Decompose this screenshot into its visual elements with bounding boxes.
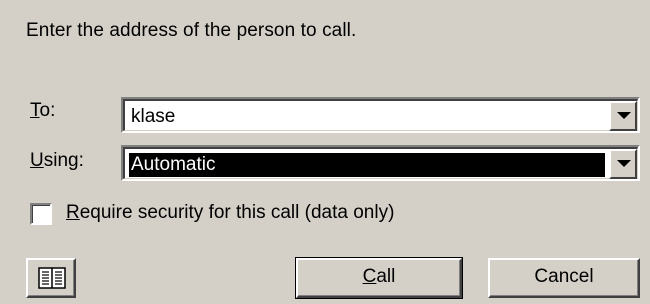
chevron-down-icon <box>617 160 631 167</box>
using-dropdown-button[interactable] <box>609 149 637 179</box>
to-label: To: <box>30 100 55 122</box>
using-label: Using: <box>30 150 84 172</box>
using-label-mnemonic: U <box>30 150 44 171</box>
using-field-frame: Automatic <box>123 147 638 179</box>
instruction-text: Enter the address of the person to call. <box>26 20 357 41</box>
using-label-rest: sing: <box>43 150 84 171</box>
call-button[interactable]: Call <box>295 257 463 299</box>
address-book-button[interactable] <box>26 258 76 298</box>
to-dropdown-button[interactable] <box>609 101 637 131</box>
to-address-input[interactable]: klase <box>129 105 605 129</box>
call-label-rest: all <box>376 266 396 287</box>
require-security-label-rest: equire security for this call (data only… <box>79 202 395 223</box>
using-combobox[interactable]: Automatic <box>121 145 640 181</box>
require-security-label[interactable]: Require security for this call (data onl… <box>66 202 394 224</box>
chevron-down-icon <box>617 112 631 119</box>
call-mnemonic: C <box>362 266 377 287</box>
require-security-checkbox[interactable] <box>30 203 52 225</box>
to-label-rest: o: <box>39 100 56 121</box>
address-book-icon <box>38 267 66 289</box>
require-security-mnemonic: R <box>66 202 80 223</box>
to-address-combobox[interactable]: klase <box>121 97 640 133</box>
using-selected-value[interactable]: Automatic <box>129 153 605 177</box>
to-address-field-frame: klase <box>123 99 638 131</box>
cancel-button[interactable]: Cancel <box>488 258 640 298</box>
to-label-mnemonic: T <box>30 100 40 121</box>
